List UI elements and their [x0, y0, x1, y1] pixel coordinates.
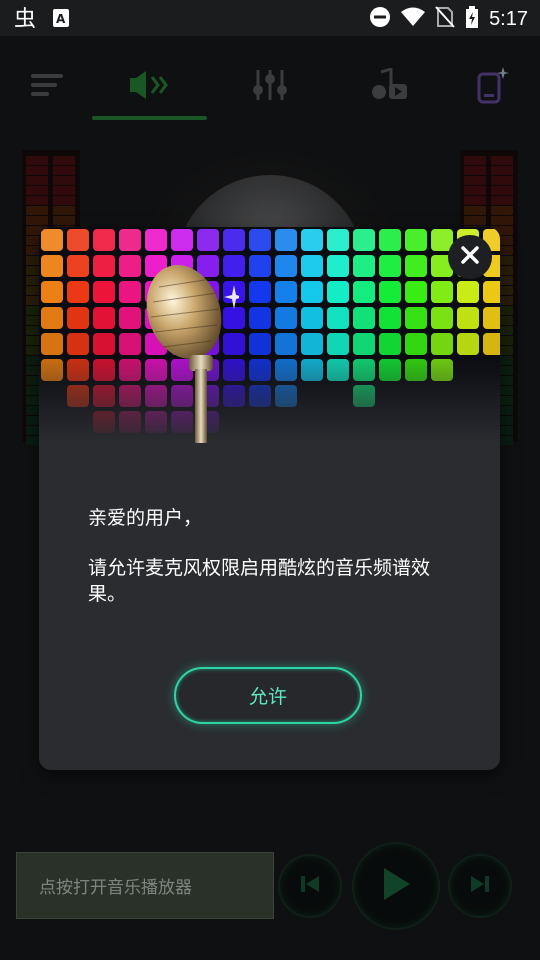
banner-eq-cell: [249, 229, 271, 251]
banner-eq-cell: [301, 255, 323, 277]
banner-eq-cell: [431, 281, 453, 303]
wifi-icon: [401, 7, 426, 31]
banner-eq-cell: [379, 307, 401, 329]
banner-eq-cell: [93, 229, 115, 251]
banner-eq-cell: [379, 333, 401, 355]
banner-eq-cell: [67, 333, 89, 355]
battery-charging-icon: [465, 6, 479, 32]
banner-eq-cell: [483, 281, 500, 303]
allow-button[interactable]: 允许: [174, 667, 362, 724]
banner-eq-cell: [301, 229, 323, 251]
banner-eq-cell: [119, 229, 141, 251]
banner-eq-cell: [223, 229, 245, 251]
microphone-icon: [146, 265, 239, 443]
banner-eq-cell: [405, 229, 427, 251]
banner-eq-cell: [301, 307, 323, 329]
dialog-greeting: 亲爱的用户，: [88, 507, 203, 529]
banner-eq-cell: [41, 333, 63, 355]
banner-eq-cell: [119, 255, 141, 277]
banner-eq-cell: [431, 333, 453, 355]
banner-eq-cell: [379, 281, 401, 303]
banner-eq-cell: [249, 307, 271, 329]
banner-eq-cell: [275, 229, 297, 251]
banner-eq-cell: [67, 307, 89, 329]
banner-eq-cell: [41, 255, 63, 277]
banner-eq-cell: [41, 307, 63, 329]
banner-eq-cell: [353, 307, 375, 329]
status-time: 5:17: [489, 7, 528, 30]
banner-eq-cell: [67, 281, 89, 303]
banner-eq-cell: [171, 229, 193, 251]
banner-eq-cell: [327, 229, 349, 251]
banner-eq-cell: [275, 333, 297, 355]
banner-eq-cell: [457, 333, 479, 355]
banner-eq-cell: [405, 333, 427, 355]
banner-eq-cell: [93, 307, 115, 329]
banner-eq-cell: [327, 307, 349, 329]
banner-eq-cell: [249, 255, 271, 277]
banner-eq-cell: [119, 307, 141, 329]
banner-eq-cell: [41, 281, 63, 303]
banner-eq-cell: [67, 255, 89, 277]
banner-eq-cell: [93, 281, 115, 303]
microphone-equalizer-banner: [39, 227, 500, 443]
banner-eq-cell: [93, 255, 115, 277]
banner-eq-cell: [249, 281, 271, 303]
banner-eq-cell: [353, 281, 375, 303]
banner-eq-cell: [327, 255, 349, 277]
banner-eq-cell: [405, 307, 427, 329]
banner-eq-cell: [119, 281, 141, 303]
keyboard-a-icon: A: [52, 8, 70, 32]
banner-eq-cell: [379, 255, 401, 277]
banner-eq-cell: [275, 281, 297, 303]
banner-eq-cell: [197, 229, 219, 251]
banner-eq-cell: [431, 307, 453, 329]
svg-text:A: A: [56, 12, 66, 26]
status-bar: 虫 A 5:17: [0, 0, 540, 36]
banner-eq-cell: [275, 307, 297, 329]
banner-eq-cell: [327, 333, 349, 355]
banner-eq-cell: [405, 255, 427, 277]
banner-eq-cell: [379, 229, 401, 251]
do-not-disturb-icon: [369, 6, 391, 32]
no-sim-icon: [435, 6, 455, 32]
banner-eq-cell: [67, 229, 89, 251]
banner-eq-cell: [353, 229, 375, 251]
allow-button-label: 允许: [248, 686, 287, 708]
banner-eq-cell: [301, 333, 323, 355]
banner-eq-cell: [353, 255, 375, 277]
banner-eq-cell: [145, 229, 167, 251]
banner-eq-cell: [41, 229, 63, 251]
banner-eq-cell: [353, 333, 375, 355]
close-icon: [460, 245, 480, 269]
banner-eq-cell: [93, 333, 115, 355]
banner-eq-cell: [249, 333, 271, 355]
banner-eq-cell: [405, 281, 427, 303]
svg-text:虫: 虫: [14, 7, 36, 30]
banner-eq-cell: [301, 281, 323, 303]
banner-eq-cell: [483, 307, 500, 329]
permission-dialog: 亲爱的用户， 请允许麦克风权限启用酷炫的音乐频谱效果。 允许: [39, 227, 500, 770]
banner-eq-cell: [275, 255, 297, 277]
banner-eq-cell: [327, 281, 349, 303]
dialog-message: 请允许麦克风权限启用酷炫的音乐频谱效果。: [88, 557, 431, 605]
app-logo-icon: 虫: [14, 6, 40, 34]
banner-eq-cell: [119, 333, 141, 355]
banner-eq-cell: [457, 307, 479, 329]
banner-eq-cell: [457, 281, 479, 303]
close-button[interactable]: [448, 235, 492, 279]
banner-eq-cell: [483, 333, 500, 355]
